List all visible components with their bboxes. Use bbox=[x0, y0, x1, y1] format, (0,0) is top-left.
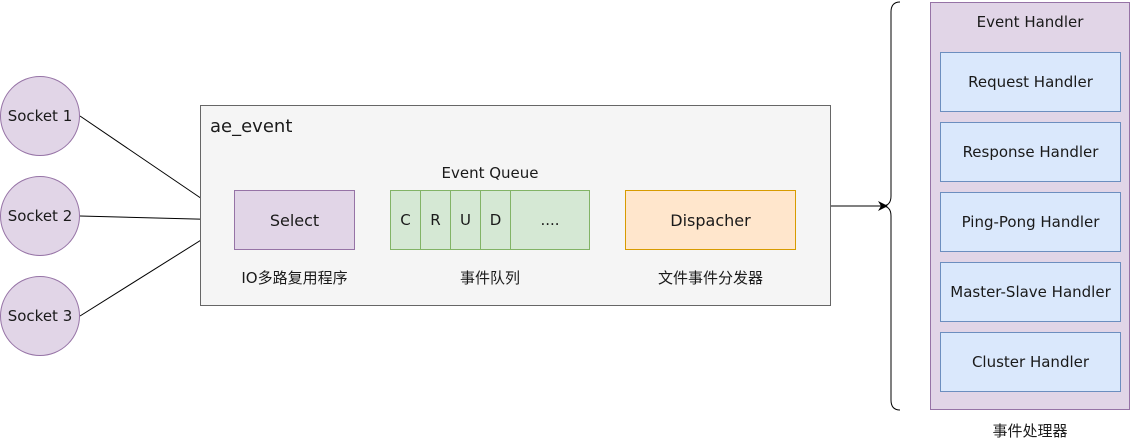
cluster-handler-label: Cluster Handler bbox=[971, 353, 1090, 371]
queue-cell-more: .... bbox=[510, 190, 590, 250]
select-caption: IO多路复用程序 bbox=[241, 268, 348, 287]
dispatcher-label: Dispacher bbox=[670, 210, 751, 230]
ae-event-title: ae_event bbox=[210, 116, 293, 137]
event-queue-title: Event Queue bbox=[441, 164, 539, 182]
socket-1-label: Socket 1 bbox=[7, 107, 73, 125]
socket-2-label: Socket 2 bbox=[7, 207, 73, 225]
request-handler: Request Handler bbox=[940, 52, 1121, 112]
queue-cell-d-label: D bbox=[489, 211, 502, 229]
event-queue-caption: 事件队列 bbox=[459, 268, 520, 287]
cluster-handler: Cluster Handler bbox=[940, 332, 1121, 392]
dispatcher-caption: 文件事件分发器 bbox=[657, 268, 763, 287]
queue-cell-u-label: U bbox=[460, 211, 471, 229]
select-label: Select bbox=[269, 210, 320, 230]
queue-cell-d: D bbox=[480, 190, 511, 250]
queue-cell-c-label: C bbox=[400, 211, 411, 229]
socket-3-label: Socket 3 bbox=[7, 307, 73, 325]
ping-pong-handler: Ping-Pong Handler bbox=[940, 192, 1121, 252]
event-handler-title: Event Handler bbox=[976, 13, 1084, 31]
ping-pong-handler-label: Ping-Pong Handler bbox=[961, 213, 1100, 231]
socket-1: Socket 1 bbox=[0, 76, 80, 156]
queue-cell-more-label: .... bbox=[540, 211, 560, 229]
socket-2: Socket 2 bbox=[0, 176, 80, 256]
master-slave-handler-label: Master-Slave Handler bbox=[950, 283, 1111, 301]
request-handler-label: Request Handler bbox=[968, 73, 1093, 91]
socket-3: Socket 3 bbox=[0, 276, 80, 356]
select-box: Select bbox=[234, 190, 355, 250]
master-slave-handler: Master-Slave Handler bbox=[940, 262, 1121, 322]
queue-cell-r: R bbox=[420, 190, 451, 250]
queue-cell-r-label: R bbox=[430, 211, 441, 229]
handlers-brace bbox=[881, 1, 901, 411]
dispatcher-box: Dispacher bbox=[625, 190, 796, 250]
queue-cell-c: C bbox=[390, 190, 421, 250]
event-handler-caption: 事件处理器 bbox=[992, 421, 1068, 440]
response-handler-label: Response Handler bbox=[962, 143, 1099, 161]
response-handler: Response Handler bbox=[940, 122, 1121, 182]
queue-cell-u: U bbox=[450, 190, 481, 250]
